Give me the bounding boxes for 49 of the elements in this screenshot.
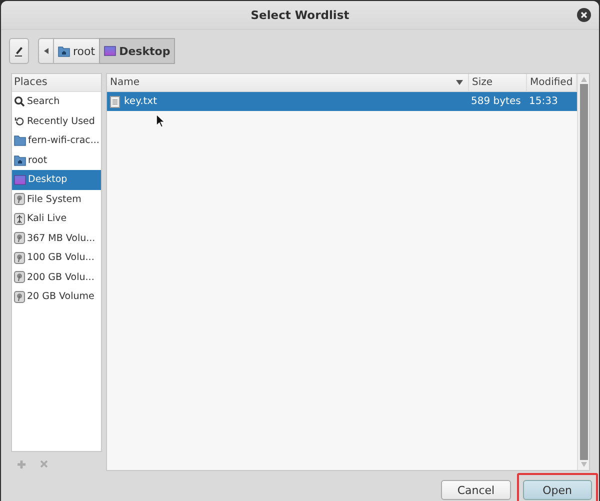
- left-arrow-icon: [44, 48, 48, 54]
- scrollbar[interactable]: [577, 74, 589, 470]
- edit-location-button[interactable]: [9, 38, 29, 64]
- drive-icon: [14, 193, 25, 206]
- history-icon: [14, 116, 25, 127]
- scroll-left-button[interactable]: [38, 38, 54, 64]
- file-name: key.txt: [124, 96, 158, 107]
- pencil-icon: [14, 45, 24, 57]
- add-icon[interactable]: [17, 460, 26, 469]
- file-modified: 15:33: [528, 96, 559, 107]
- column-header[interactable]: Name: [107, 74, 469, 91]
- places-item[interactable]: 100 GB Volu...: [12, 248, 101, 268]
- home-folder-icon: [14, 154, 26, 166]
- places-item[interactable]: Recently Used: [12, 112, 101, 131]
- folder-icon: [14, 135, 26, 146]
- dialog-button[interactable]: Cancel: [441, 480, 511, 500]
- column-header[interactable]: Size: [469, 74, 527, 91]
- window-title: Select Wordlist: [250, 8, 350, 22]
- search-icon: [14, 96, 25, 108]
- close-button[interactable]: [577, 8, 591, 22]
- desktop-icon: [14, 174, 26, 185]
- remove-icon[interactable]: [40, 460, 48, 468]
- home-folder-icon: [58, 46, 70, 56]
- usb-drive-icon: [14, 212, 25, 225]
- text-file-icon: [110, 96, 120, 108]
- places-item[interactable]: 367 MB Volu...: [12, 228, 101, 248]
- file-row[interactable]: key.txt 589 bytes 15:33: [107, 92, 577, 111]
- places-item[interactable]: 200 GB Volu...: [12, 268, 101, 287]
- places-item[interactable]: Desktop: [12, 170, 101, 190]
- scroll-up-icon[interactable]: [580, 77, 586, 82]
- drive-icon: [14, 290, 25, 303]
- scroll-down-icon[interactable]: [580, 462, 586, 467]
- close-icon: [580, 11, 588, 19]
- desktop-icon: [104, 46, 116, 56]
- drive-icon: [14, 252, 25, 264]
- places-header: Places: [12, 74, 101, 92]
- places-item[interactable]: 20 GB Volume: [12, 287, 101, 306]
- places-item[interactable]: File System: [12, 190, 101, 209]
- path-button[interactable]: Desktop: [99, 38, 176, 64]
- file-size: 589 bytes: [470, 96, 522, 107]
- places-item[interactable]: root: [12, 150, 101, 170]
- places-item[interactable]: fern-wifi-crac...: [12, 131, 101, 150]
- drive-icon: [14, 271, 25, 284]
- places-item[interactable]: Search: [12, 92, 101, 112]
- places-item[interactable]: Kali Live: [12, 209, 101, 228]
- path-button[interactable]: root: [53, 38, 100, 64]
- mouse-pointer-icon: [156, 114, 165, 128]
- drive-icon: [14, 232, 25, 244]
- dialog-button[interactable]: Open: [522, 480, 592, 500]
